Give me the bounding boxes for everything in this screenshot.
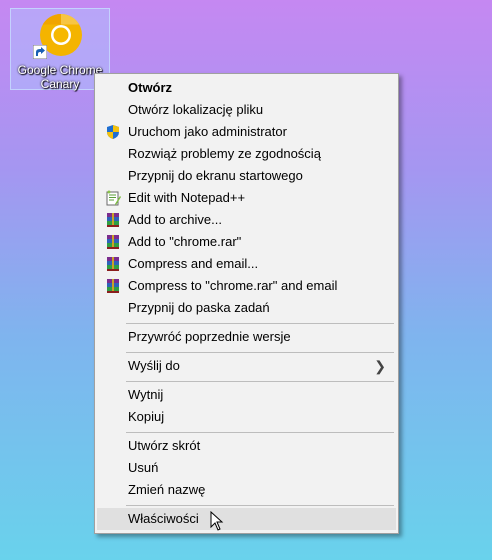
winrar-icon [107,257,119,271]
menu-item-compress-and-email[interactable]: Compress and email... [97,253,396,275]
menu-item-open-file-location[interactable]: Otwórz lokalizację pliku [97,99,396,121]
menu-item-add-to-archive[interactable]: Add to archive... [97,209,396,231]
menu-item-compress-to-chrome-rar-and-email[interactable]: Compress to "chrome.rar" and email [97,275,396,297]
menu-separator [126,323,394,324]
chevron-right-icon: ❯ [374,358,386,374]
shortcut-arrow-icon [33,45,47,59]
menu-item-properties[interactable]: Właściwości [97,508,396,530]
menu-item-delete[interactable]: Usuń [97,457,396,479]
menu-item-rename[interactable]: Zmień nazwę [97,479,396,501]
winrar-icon [107,213,119,227]
menu-item-edit-notepadpp[interactable]: Edit with Notepad++ [97,187,396,209]
uac-shield-icon [107,125,119,139]
mouse-cursor-icon [210,511,224,531]
winrar-icon [107,235,119,249]
menu-item-add-to-chrome-rar[interactable]: Add to "chrome.rar" [97,231,396,253]
menu-item-copy[interactable]: Kopiuj [97,406,396,428]
menu-item-cut[interactable]: Wytnij [97,384,396,406]
menu-item-open[interactable]: Otwórz [97,77,396,99]
menu-separator [126,432,394,433]
menu-item-run-as-admin[interactable]: Uruchom jako administrator [97,121,396,143]
menu-separator [126,352,394,353]
winrar-icon [107,279,119,293]
menu-item-send-to[interactable]: Wyślij do ❯ [97,355,396,377]
menu-item-pin-to-taskbar[interactable]: Przypnij do paska zadań [97,297,396,319]
context-menu: Otwórz Otwórz lokalizację pliku Uruchom … [94,73,399,534]
menu-item-create-shortcut[interactable]: Utwórz skrót [97,435,396,457]
menu-separator [126,381,394,382]
menu-item-troubleshoot-compatibility[interactable]: Rozwiąż problemy ze zgodnością [97,143,396,165]
notepadpp-icon [106,190,121,206]
menu-separator [126,505,394,506]
menu-item-pin-to-start[interactable]: Przypnij do ekranu startowego [97,165,396,187]
menu-item-restore-previous-versions[interactable]: Przywróć poprzednie wersje [97,326,396,348]
